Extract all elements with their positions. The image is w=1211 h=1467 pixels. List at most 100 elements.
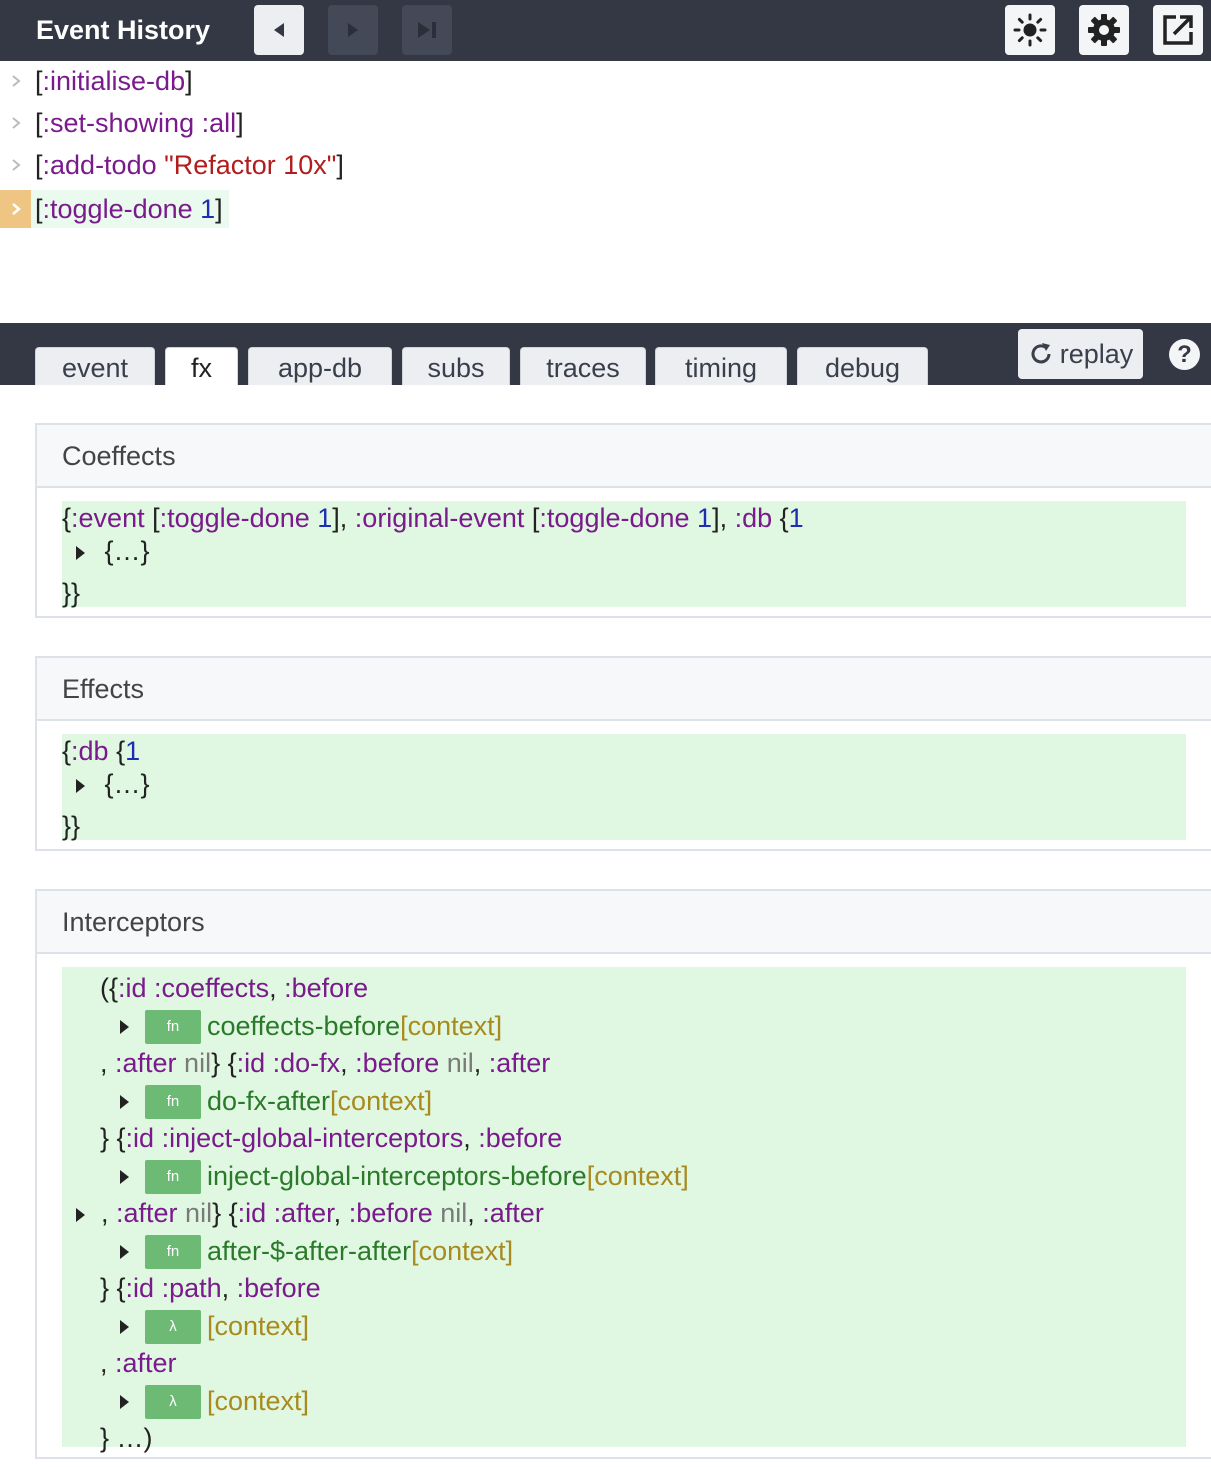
tab-subs[interactable]: subs [402, 347, 510, 385]
sun-icon [1013, 13, 1047, 47]
fn-args: [context] [207, 1385, 310, 1416]
code-token: ] [236, 108, 244, 138]
event-row[interactable]: [:initialise-db] [0, 62, 1211, 100]
expand-triangle-icon[interactable] [120, 1395, 129, 1410]
tab-timing[interactable]: timing [655, 347, 787, 385]
expand-arrow[interactable] [0, 62, 31, 100]
chevron-right-icon [11, 203, 21, 215]
interceptor-code-row: , :after nil} {:id :do-fx, :before nil, … [100, 1046, 550, 1080]
code-token: } { [212, 1198, 238, 1228]
settings-button[interactable] [1079, 5, 1129, 55]
replay-label: replay [1059, 338, 1134, 369]
expand-triangle-icon[interactable] [120, 1095, 129, 1110]
code-token: :before [348, 1198, 433, 1228]
tab-debug[interactable]: debug [797, 347, 928, 385]
previous-event-button[interactable] [254, 5, 304, 55]
fn-name: after-$-after-after [207, 1235, 412, 1266]
tab-event[interactable]: event [35, 347, 155, 385]
expand-triangle-icon[interactable] [120, 1170, 129, 1185]
coeffects-title: Coeffects [37, 425, 1211, 488]
interceptor-fn-row: fn coeffects-before[context] [120, 1009, 502, 1045]
code-line: {:event [:toggle-done 1], :original-even… [62, 501, 804, 535]
code-token: [ [35, 66, 43, 96]
expand-triangle-icon[interactable] [120, 1020, 129, 1035]
theme-toggle-button[interactable] [1005, 5, 1055, 55]
code-token: :before [478, 1123, 563, 1153]
code-token: ], [712, 503, 735, 533]
expand-triangle-icon[interactable] [120, 1245, 129, 1260]
expand-arrow[interactable] [0, 190, 31, 228]
app-title: Event History [36, 15, 211, 45]
code-token: [ [35, 194, 43, 224]
code-token: :after [116, 1198, 178, 1228]
interceptor-fn-row: λ [context] [120, 1384, 310, 1420]
expand-triangle-icon[interactable] [76, 1207, 85, 1222]
code-token: "Refactor 10x" [164, 150, 337, 180]
replay-button[interactable]: replay [1018, 329, 1143, 379]
code-token: :id :coeffects [118, 973, 270, 1003]
code-line: {:db {1 [62, 734, 140, 768]
code-token: , [333, 1198, 349, 1228]
code-token: :db [734, 503, 773, 533]
top-bar: Event History [0, 0, 1211, 61]
code-closing: }} [62, 578, 81, 608]
fn-args: [context] [207, 1310, 310, 1341]
code-token: :id :do-fx [236, 1048, 341, 1078]
code-token: 1 [697, 503, 713, 533]
code-token: [ [524, 503, 540, 533]
tab-traces[interactable]: traces [520, 347, 646, 385]
event-row[interactable]: [:add-todo "Refactor 10x"] [0, 146, 1211, 184]
code-token: :toggle-done [159, 503, 310, 533]
popout-button[interactable] [1153, 5, 1203, 55]
code-token: :toggle-done [539, 503, 690, 533]
code-token: :id :path [125, 1273, 222, 1303]
interceptor-code-row: } {:id :inject-global-interceptors, :bef… [100, 1121, 562, 1155]
code-token: , [100, 1048, 116, 1078]
fn-args: [context] [586, 1160, 689, 1191]
collapsed-node[interactable]: {…} [76, 767, 150, 801]
code-token: :db [71, 736, 109, 766]
collapsed-node[interactable]: {…} [76, 534, 150, 568]
chevron-right-icon [348, 23, 358, 37]
gear-icon [1088, 14, 1120, 46]
event-row[interactable]: [:set-showing :all] [0, 104, 1211, 142]
code-token: , [269, 973, 285, 1003]
code-token: , [101, 1198, 117, 1228]
code-token: , [463, 1123, 479, 1153]
fn-badge: fn [145, 1160, 201, 1195]
code-token: } { [100, 1123, 126, 1153]
code-token: ] [215, 194, 223, 224]
interceptor-code-row: , :after nil} {:id :after, :before nil, … [76, 1196, 544, 1230]
code-token: , [340, 1048, 356, 1078]
expand-arrow[interactable] [0, 146, 31, 184]
code-token: 1 [125, 736, 141, 766]
tab-bar: event fx app-db subs traces timing debug… [0, 323, 1211, 385]
code-token: 1 [317, 503, 333, 533]
effects-title: Effects [37, 658, 1211, 721]
chevron-left-icon [274, 23, 284, 37]
event-row-selected[interactable]: [:toggle-done 1] [0, 190, 1211, 228]
fn-badge: λ [145, 1385, 201, 1420]
expand-triangle-icon[interactable] [120, 1320, 129, 1335]
expand-arrow[interactable] [0, 104, 31, 142]
code-token: :id :inject-global-interceptors [125, 1123, 464, 1153]
tab-fx[interactable]: fx [165, 347, 238, 385]
interceptor-fn-row: fn inject-global-interceptors-before[cont… [120, 1159, 689, 1195]
expand-triangle-icon[interactable] [76, 778, 85, 793]
fn-name: coeffects-before [207, 1010, 401, 1041]
code-token: , [100, 1348, 116, 1378]
skip-to-end-button[interactable] [402, 5, 452, 55]
code-token: :after [488, 1048, 551, 1078]
code-token: :id :after [237, 1198, 334, 1228]
help-button[interactable]: ? [1169, 339, 1200, 370]
code-token: , [473, 1048, 489, 1078]
fn-name: inject-global-interceptors-before [207, 1160, 587, 1191]
fn-badge: λ [145, 1310, 201, 1345]
fn-args: [context] [330, 1085, 433, 1116]
code-token: :before [355, 1048, 440, 1078]
next-event-button[interactable] [328, 5, 378, 55]
code-token: 1 [200, 194, 216, 224]
expand-triangle-icon[interactable] [76, 545, 85, 560]
tab-app-db[interactable]: app-db [248, 347, 392, 385]
interceptor-fn-row: fn after-$-after-after[context] [120, 1234, 513, 1270]
